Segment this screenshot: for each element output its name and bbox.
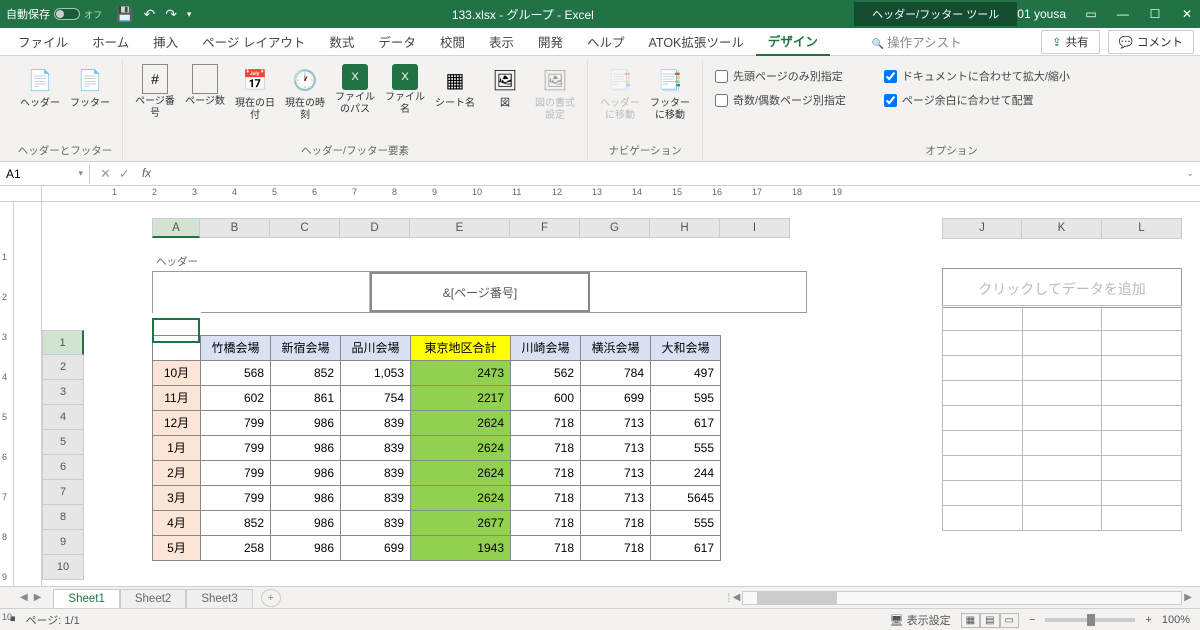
minimize-icon[interactable]: — [1116, 7, 1130, 21]
opt-scale[interactable]: ドキュメントに合わせて拡大/縮小 [884, 68, 1070, 84]
group-label-elements: ヘッダー/フッター要素 [131, 140, 579, 161]
formula-input[interactable] [161, 166, 1180, 181]
redo-icon[interactable]: ↷ [165, 6, 177, 23]
group-label-options: オプション [711, 140, 1192, 161]
zoom-in-icon[interactable]: + [1145, 614, 1151, 626]
zoom-level[interactable]: 100% [1162, 614, 1190, 626]
header-placeholder[interactable]: クリックしてデータを追加 [943, 269, 1181, 309]
display-settings[interactable]: 🖥 表示設定 [890, 612, 951, 628]
header-left[interactable] [153, 272, 370, 312]
save-icon[interactable]: 💾 [116, 6, 133, 23]
tab-file[interactable]: ファイル [6, 28, 80, 55]
tab-data[interactable]: データ [366, 28, 428, 55]
tab-insert[interactable]: 挿入 [141, 28, 190, 55]
horizontal-scrollbar[interactable] [742, 591, 1182, 605]
pagecount-button[interactable]: ページ数 [181, 62, 229, 110]
header-label: ヘッダー [156, 254, 807, 269]
split-handle[interactable]: ⁞ [727, 591, 730, 605]
tab-review[interactable]: 校閲 [428, 28, 477, 55]
comment-button[interactable]: 💬コメント [1108, 30, 1194, 54]
status-bar: ⏹ ページ: 1/1 🖥 表示設定 ▦▤▭ − + 100% [0, 608, 1200, 630]
data-table[interactable]: 竹橋会場新宿会場品川会場東京地区合計川崎会場横浜会場大和会場10月5688521… [152, 310, 721, 561]
date-button[interactable]: 📅現在の日付 [231, 62, 279, 124]
column-headers[interactable]: ABCDEFGHI [152, 218, 790, 238]
footer-button[interactable]: 📄フッター [66, 62, 114, 112]
view-buttons[interactable]: ▦▤▭ [961, 614, 1019, 626]
pagenum-button[interactable]: #ページ番号 [131, 62, 179, 122]
ribbon: 📄ヘッダー 📄フッター ヘッダーとフッター #ページ番号 ページ数 📅現在の日付… [0, 56, 1200, 162]
page-1: ヘッダー &[ページ番号] 竹橋会場新宿会場品川会場東京地区合計川崎会場横浜会場… [152, 254, 807, 561]
opt-odd-even[interactable]: 奇数/偶数ページ別指定 [715, 92, 846, 108]
maximize-icon[interactable]: ☐ [1148, 7, 1162, 21]
filename-button[interactable]: Xファイル名 [381, 62, 429, 118]
data-table-2[interactable] [942, 305, 1182, 531]
status-page: ページ: 1/1 [26, 612, 80, 628]
undo-icon[interactable]: ↶ [143, 6, 155, 23]
fx-icon[interactable]: fx [142, 166, 151, 182]
ribbon-tabs: ファイル ホーム 挿入 ページ レイアウト 数式 データ 校閲 表示 開発 ヘル… [0, 28, 1200, 56]
goto-header-button: 📑ヘッダーに移動 [596, 62, 644, 124]
worksheet-area: 12345678910 ABCDEFGHI JKL 12345678910 ヘッ… [0, 202, 1200, 586]
sheetname-button[interactable]: ▦シート名 [431, 62, 479, 112]
format-picture-button: 🖼図の書式設定 [531, 62, 579, 124]
zoom-slider[interactable] [1045, 618, 1135, 622]
zoom-out-icon[interactable]: − [1029, 614, 1035, 626]
goto-footer-button[interactable]: 📑フッターに移動 [646, 62, 694, 124]
cancel-icon[interactable]: ✕ [100, 166, 111, 182]
sheet-tab-1[interactable]: Sheet1 [53, 589, 119, 608]
sheet-tab-3[interactable]: Sheet3 [186, 589, 252, 608]
tab-design[interactable]: デザイン [756, 27, 830, 56]
header-center[interactable]: &[ページ番号] [370, 272, 590, 312]
group-label-hf: ヘッダーとフッター [16, 140, 114, 161]
title-bar: 自動保存 オフ 💾 ↶ ↷ ▾ 133.xlsx - グループ - Excel … [0, 0, 1200, 28]
header-button[interactable]: 📄ヘッダー [16, 62, 64, 112]
tab-nav[interactable]: ◀▶ [20, 592, 41, 603]
autosave-toggle[interactable]: 自動保存 オフ [6, 6, 102, 22]
header-edit-area[interactable]: &[ページ番号] [152, 271, 807, 313]
tab-view[interactable]: 表示 [477, 28, 526, 55]
tab-formulas[interactable]: 数式 [317, 28, 366, 55]
tab-layout[interactable]: ページ レイアウト [190, 28, 317, 55]
ribbon-options-icon[interactable]: ▭ [1084, 7, 1098, 21]
quick-access-toolbar: 💾 ↶ ↷ ▾ [116, 6, 191, 23]
add-sheet-button[interactable]: + [261, 589, 281, 607]
sheet-tab-bar: ◀▶ Sheet1 Sheet2 Sheet3 + ⁞ ◀ ▶ [0, 586, 1200, 608]
page-2: クリックしてデータを追加 [942, 254, 1182, 531]
horizontal-ruler: 12345678910111213141516171819 [0, 186, 1200, 202]
tab-help[interactable]: ヘルプ [575, 28, 637, 55]
column-headers-2[interactable]: JKL [942, 218, 1182, 239]
picture-button[interactable]: 🖼図 [481, 62, 529, 112]
qat-more-icon[interactable]: ▾ [187, 9, 192, 20]
contextual-tab-label: ヘッダー/フッター ツール [854, 2, 1017, 26]
filepath-button[interactable]: Xファイルのパス [331, 62, 379, 118]
close-icon[interactable]: ✕ [1180, 7, 1194, 21]
user-name[interactable]: 01 yousa [1017, 7, 1066, 21]
group-label-nav: ナビゲーション [596, 140, 694, 161]
tell-me[interactable]: 操作アシスト [860, 28, 974, 55]
window-title: 133.xlsx - グループ - Excel [191, 6, 854, 23]
vertical-ruler: 12345678910 [0, 202, 14, 586]
sheet-tab-2[interactable]: Sheet2 [120, 589, 186, 608]
enter-icon[interactable]: ✓ [119, 166, 130, 182]
tab-developer[interactable]: 開発 [526, 28, 575, 55]
name-box[interactable]: A1 [0, 164, 90, 184]
opt-align[interactable]: ページ余白に合わせて配置 [884, 92, 1070, 108]
share-button[interactable]: ⇪共有 [1041, 30, 1100, 54]
formula-bar: A1 ✕ ✓ fx ⌄ [0, 162, 1200, 186]
tab-atok[interactable]: ATOK拡張ツール [637, 28, 756, 55]
row-headers[interactable]: 12345678910 [42, 330, 84, 580]
header-right[interactable] [590, 272, 806, 312]
sheet-canvas[interactable]: ABCDEFGHI JKL 12345678910 ヘッダー &[ページ番号] … [42, 202, 1200, 586]
opt-first-page[interactable]: 先頭ページのみ別指定 [715, 68, 846, 84]
tab-home[interactable]: ホーム [80, 28, 141, 55]
expand-formula-icon[interactable]: ⌄ [1180, 168, 1200, 179]
time-button[interactable]: 🕐現在の時刻 [281, 62, 329, 124]
header-edit-area-2[interactable]: クリックしてデータを追加 [942, 268, 1182, 308]
